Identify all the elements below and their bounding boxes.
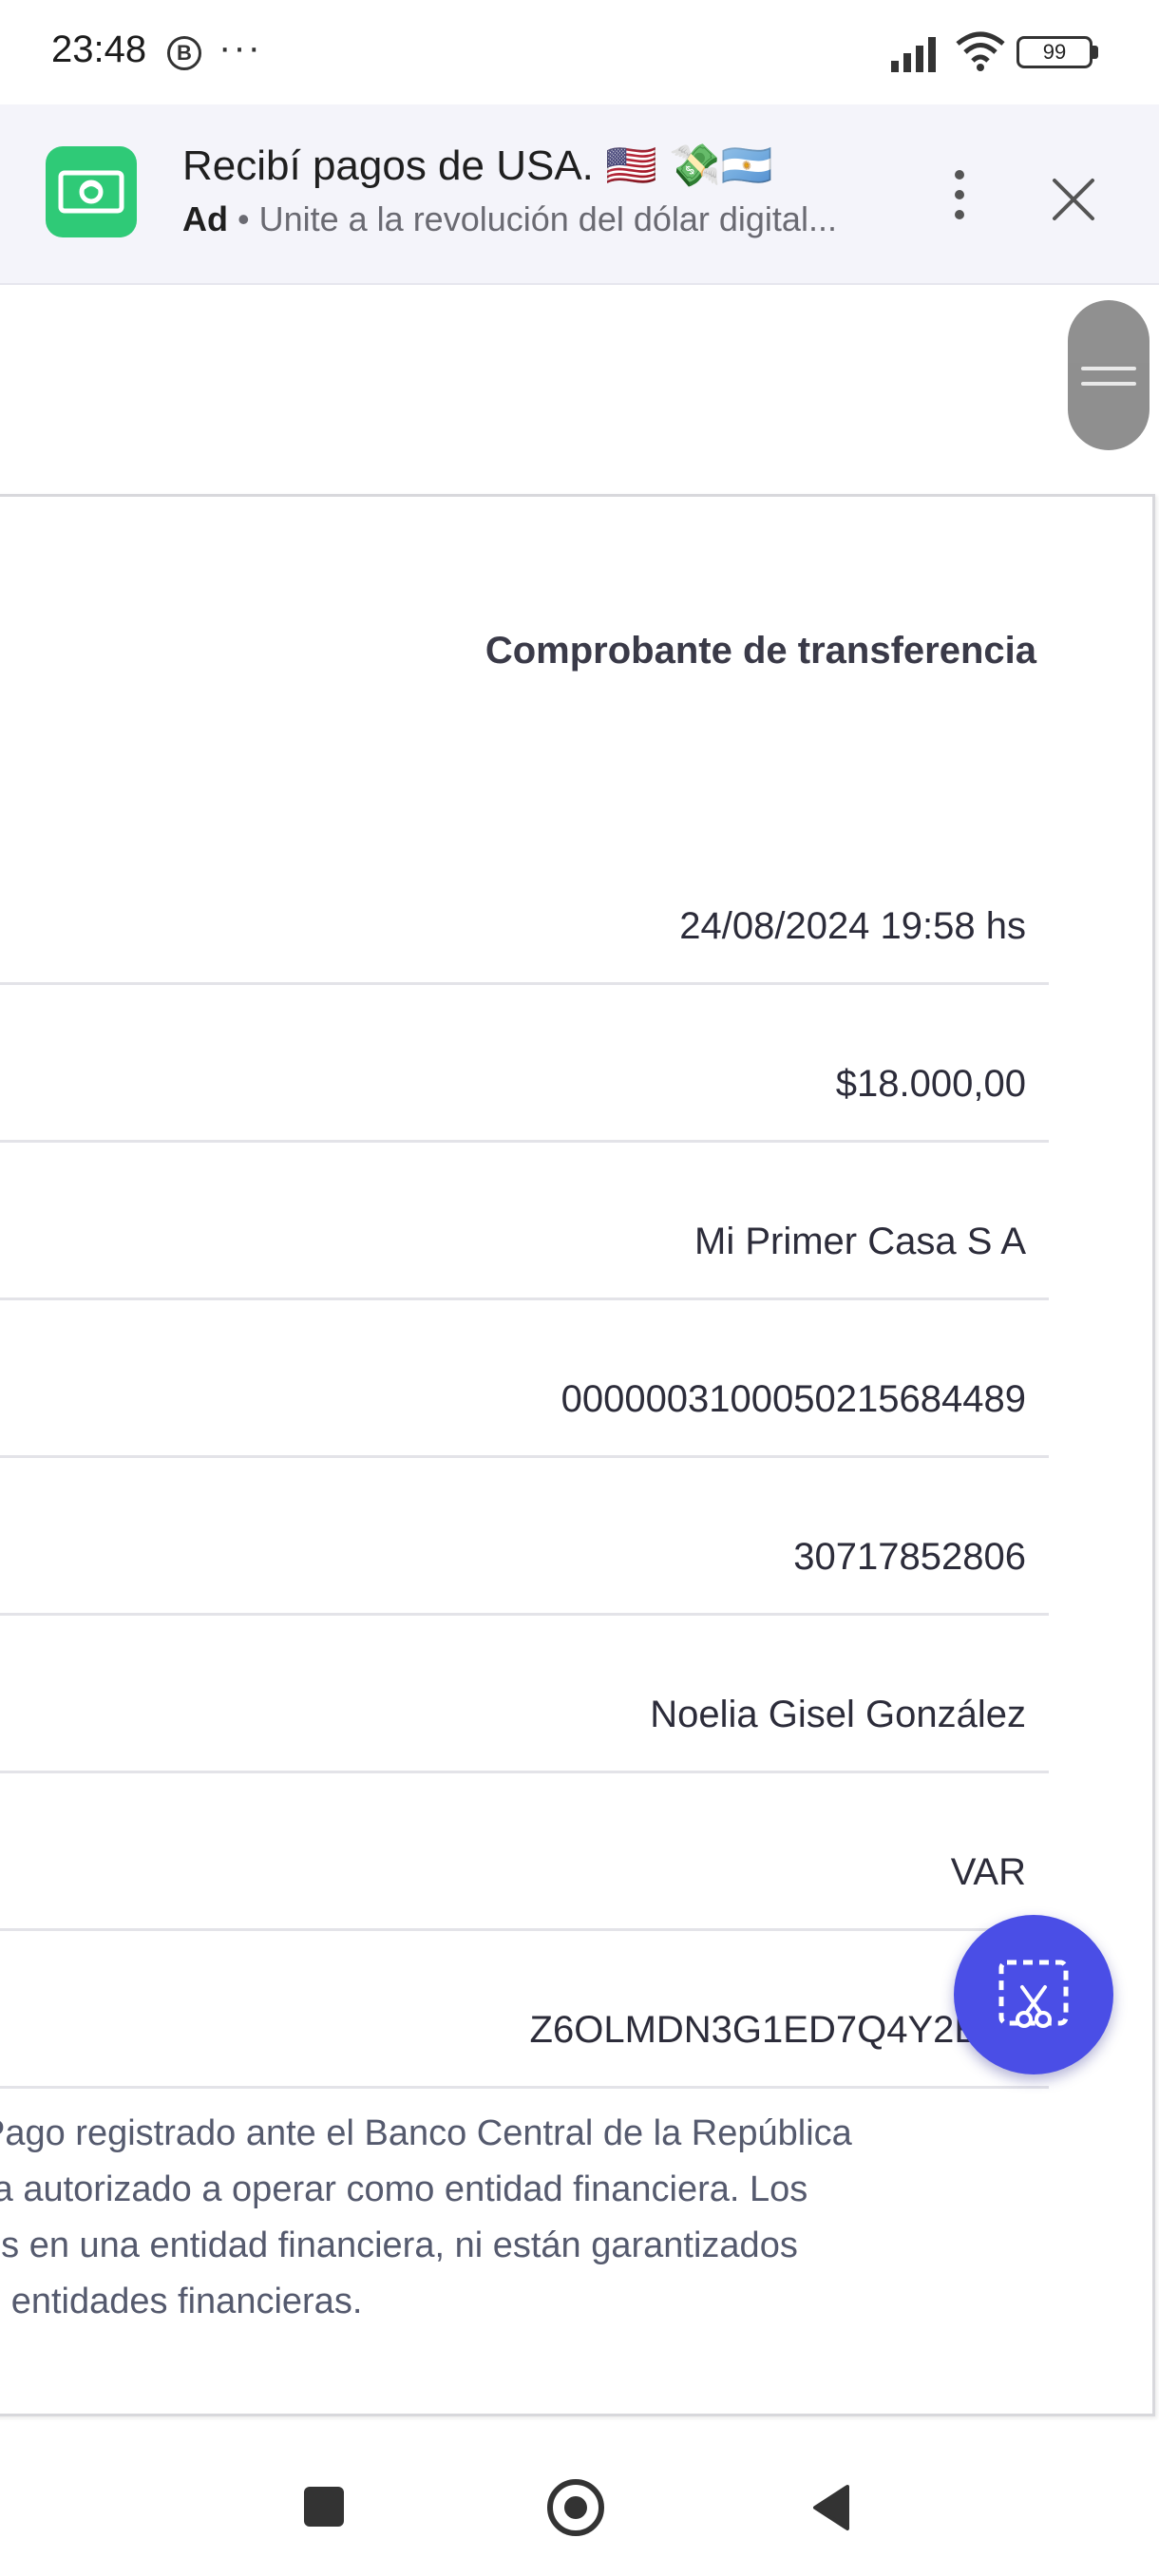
ad-title[interactable]: Recibí pagos de USA. 🇺🇸 💸🇦🇷 bbox=[182, 141, 773, 190]
ad-text: Unite a la revolución del dólar digital.… bbox=[258, 199, 837, 238]
row-value: $18.000,00 bbox=[835, 1063, 1026, 1105]
status-bar: 23:48 B ··· 99 bbox=[0, 0, 1159, 104]
signal-icon bbox=[891, 37, 936, 72]
row-value: 30717852806 bbox=[793, 1536, 1026, 1578]
receipt-row-sender: Noelia Gisel González bbox=[0, 1616, 1049, 1773]
money-bill-icon[interactable] bbox=[46, 146, 137, 237]
disclaimer: Pago registrado ante el Banco Central de… bbox=[0, 2106, 1026, 2330]
disclaimer-line: Pago registrado ante el Banco Central de… bbox=[0, 2113, 852, 2153]
wifi-icon bbox=[956, 31, 1005, 71]
drag-lines-icon bbox=[1081, 367, 1136, 386]
ad-banner[interactable]: Recibí pagos de USA. 🇺🇸 💸🇦🇷 Ad • Unite a… bbox=[0, 104, 1159, 285]
battery-level: 99 bbox=[1042, 40, 1067, 64]
close-icon[interactable] bbox=[1045, 171, 1102, 228]
disclaimer-line: n entidades financieras. bbox=[0, 2282, 363, 2321]
status-time: 23:48 bbox=[51, 28, 147, 70]
screenshot-fab-button[interactable] bbox=[954, 1915, 1113, 2074]
notification-b-icon: B bbox=[167, 36, 201, 70]
scroll-handle[interactable] bbox=[1068, 300, 1150, 450]
receipt-row-cbu: 0000003100050215684489 bbox=[0, 1300, 1049, 1458]
more-vert-icon[interactable] bbox=[940, 161, 978, 228]
navigation-bar bbox=[0, 2428, 1159, 2576]
row-value: Mi Primer Casa S A bbox=[694, 1221, 1026, 1262]
row-value: Z6OLMDN3G1ED7Q4Y2E7P bbox=[529, 2009, 1026, 2051]
disclaimer-line: os en una entidad financiera, ni están g… bbox=[0, 2226, 798, 2265]
home-icon[interactable] bbox=[547, 2479, 604, 2536]
home-dot bbox=[564, 2496, 587, 2519]
ad-subtitle[interactable]: Ad • Unite a la revolución del dólar dig… bbox=[182, 199, 837, 239]
receipt-row-recipient: Mi Primer Casa S A bbox=[0, 1143, 1049, 1300]
receipt-row-date: 24/08/2024 19:58 hs bbox=[0, 827, 1049, 985]
receipt-row-concept: VAR bbox=[0, 1773, 1049, 1931]
overflow-dots-icon: ··· bbox=[218, 27, 262, 68]
battery-tip bbox=[1092, 46, 1098, 59]
back-icon[interactable] bbox=[809, 2483, 851, 2532]
ad-badge: Ad bbox=[182, 199, 228, 238]
recents-icon[interactable] bbox=[304, 2487, 344, 2527]
receipt-row-operation-id: Z6OLMDN3G1ED7Q4Y2E7P bbox=[0, 1931, 1049, 2089]
row-value: Noelia Gisel González bbox=[650, 1694, 1026, 1735]
screen: 23:48 B ··· 99 Recibí pagos de USA. 🇺🇸 💸… bbox=[0, 0, 1159, 2576]
disclaimer-line: ra autorizado a operar como entidad fina… bbox=[0, 2169, 808, 2209]
ad-separator: • bbox=[228, 199, 259, 238]
receipt-row-amount: $18.000,00 bbox=[0, 985, 1049, 1143]
row-value: VAR bbox=[950, 1851, 1026, 1893]
battery-icon: 99 bbox=[1016, 36, 1092, 68]
row-value: 0000003100050215684489 bbox=[560, 1378, 1026, 1420]
row-value: 24/08/2024 19:58 hs bbox=[679, 905, 1026, 947]
screenshot-scissors-icon bbox=[998, 1960, 1069, 2028]
receipt-row-cuit: 30717852806 bbox=[0, 1458, 1049, 1616]
receipt-title: Comprobante de transferencia bbox=[484, 630, 1036, 672]
receipt-card: Comprobante de transferencia 24/08/2024 … bbox=[0, 494, 1155, 2416]
